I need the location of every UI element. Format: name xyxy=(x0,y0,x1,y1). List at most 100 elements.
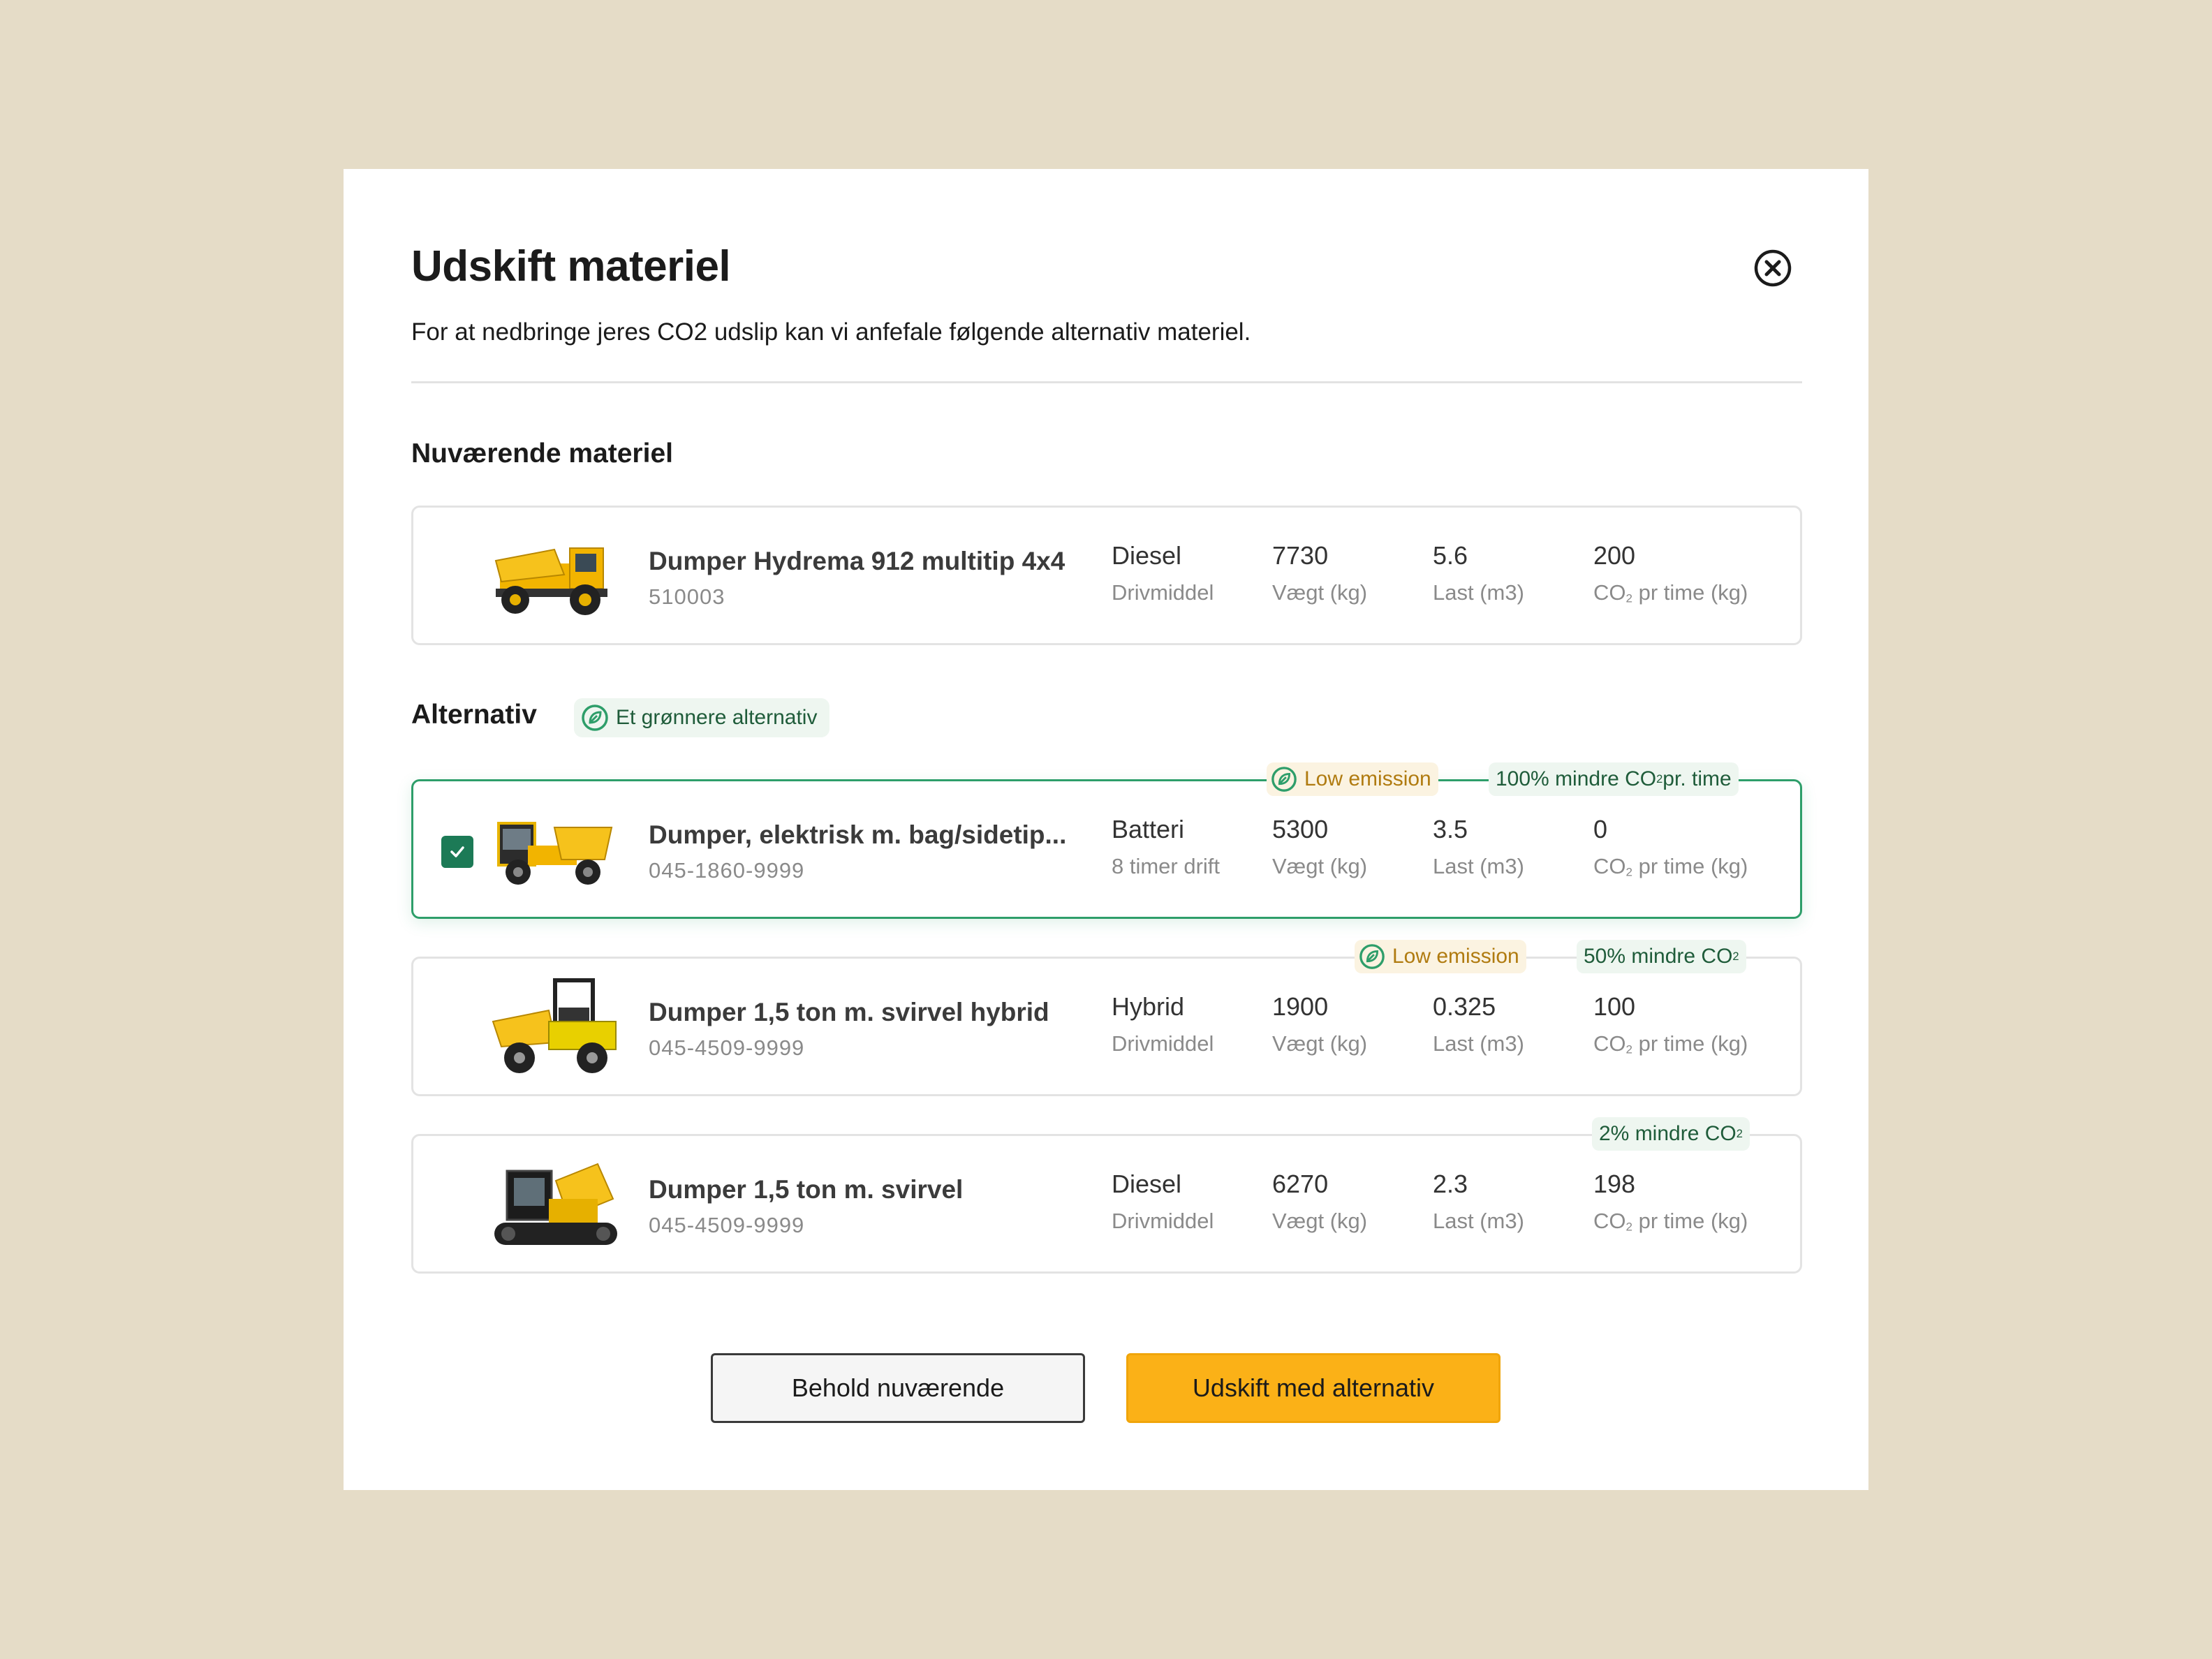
load-stat: 5.6 Last (m3) xyxy=(1433,541,1524,605)
fuel-stat: Diesel Drivmiddel xyxy=(1112,1170,1214,1234)
replace-equipment-modal: Udskift materiel For at nedbringe jeres … xyxy=(344,169,1868,1490)
equipment-image xyxy=(497,822,613,885)
fuel-stat: Batteri 8 timer drift xyxy=(1112,815,1220,879)
alternative-card[interactable]: Dumper 1,5 ton m. svirvel hybrid 045-450… xyxy=(411,940,1802,1096)
leaf-icon xyxy=(1271,767,1297,792)
weight-label: Vægt (kg) xyxy=(1272,1031,1368,1056)
equipment-image xyxy=(494,547,607,615)
low-emission-text: Low emission xyxy=(1392,945,1519,968)
load-stat: 0.325 Last (m3) xyxy=(1433,992,1524,1056)
co2-label-suffix: pr time (kg) xyxy=(1632,580,1748,605)
weight-value: 5300 xyxy=(1272,815,1329,843)
low-emission-tag: Low emission xyxy=(1355,940,1526,973)
co2-value: 198 xyxy=(1593,1170,1636,1198)
equipment-image xyxy=(494,1163,617,1245)
greener-alternative-text: Et grønnere alternativ xyxy=(616,706,818,729)
co2-reduction-subscript: 2 xyxy=(1736,1127,1743,1140)
load-label: Last (m3) xyxy=(1433,580,1524,605)
current-equipment-heading: Nuværende materiel xyxy=(411,438,673,469)
co2-subscript: 2 xyxy=(1625,1220,1632,1234)
weight-stat: 6270 Vægt (kg) xyxy=(1272,1170,1367,1234)
co2-label-prefix: CO xyxy=(1593,854,1626,878)
load-stat: 2.3 Last (m3) xyxy=(1433,1170,1524,1234)
divider xyxy=(411,381,1802,383)
weight-stat: 5300 Vægt (kg) xyxy=(1272,815,1367,879)
fuel-value: Batteri xyxy=(1112,815,1185,843)
load-label: Last (m3) xyxy=(1433,854,1524,878)
equipment-code: 045-4509-9999 xyxy=(649,1035,805,1060)
weight-stat: 7730 Vægt (kg) xyxy=(1272,541,1367,605)
tag-connector xyxy=(1462,779,1489,781)
check-icon xyxy=(450,846,464,857)
co2-reduction-prefix: 100% mindre CO xyxy=(1496,767,1657,790)
weight-label: Vægt (kg) xyxy=(1272,1209,1368,1233)
close-button[interactable] xyxy=(1753,249,1792,288)
co2-label-prefix: CO xyxy=(1593,1031,1626,1056)
fuel-stat: Diesel Drivmiddel xyxy=(1112,541,1214,605)
selected-checkbox[interactable] xyxy=(441,836,473,868)
co2-subscript: 2 xyxy=(1625,1042,1632,1056)
fuel-label: 8 timer drift xyxy=(1112,854,1221,878)
close-circle-icon xyxy=(1754,249,1792,287)
alternatives-heading: Alternativ xyxy=(411,700,537,730)
co2-reduction-tag: 100% mindre CO 2 pr. time xyxy=(1489,762,1739,796)
co2-reduction-subscript: 2 xyxy=(1732,950,1739,963)
co2-reduction-prefix: 2% mindre CO xyxy=(1599,1122,1737,1145)
co2-label: CO2 pr time (kg) xyxy=(1593,1031,1748,1056)
low-emission-text: Low emission xyxy=(1304,767,1431,790)
fuel-label: Drivmiddel xyxy=(1112,580,1214,605)
co2-label: CO2 pr time (kg) xyxy=(1593,580,1748,605)
co2-subscript: 2 xyxy=(1625,865,1632,879)
weight-value: 1900 xyxy=(1272,992,1329,1021)
co2-label-prefix: CO xyxy=(1593,1209,1626,1233)
fuel-label: Drivmiddel xyxy=(1112,1209,1214,1233)
fuel-stat: Hybrid Drivmiddel xyxy=(1112,992,1214,1056)
co2-stat: 198 CO2 pr time (kg) xyxy=(1593,1170,1748,1234)
load-value: 2.3 xyxy=(1433,1170,1468,1198)
equipment-code: 045-4509-9999 xyxy=(649,1213,805,1237)
co2-label-prefix: CO xyxy=(1593,580,1626,605)
co2-label-suffix: pr time (kg) xyxy=(1632,1031,1748,1056)
co2-value: 100 xyxy=(1593,992,1636,1021)
load-value: 0.325 xyxy=(1433,992,1496,1021)
co2-label-suffix: pr time (kg) xyxy=(1632,854,1748,878)
co2-subscript: 2 xyxy=(1625,591,1632,605)
co2-reduction-suffix: pr. time xyxy=(1662,767,1732,790)
co2-value: 200 xyxy=(1593,541,1636,570)
fuel-label: Drivmiddel xyxy=(1112,1031,1214,1056)
alternative-card[interactable]: Dumper 1,5 ton m. svirvel 045-4509-9999 … xyxy=(411,1117,1802,1274)
equipment-image xyxy=(492,978,617,1073)
load-value: 5.6 xyxy=(1433,541,1468,570)
modal-title: Udskift materiel xyxy=(411,242,731,290)
replace-with-alternative-button[interactable]: Udskift med alternativ xyxy=(1126,1353,1501,1423)
weight-label: Vægt (kg) xyxy=(1272,854,1368,878)
alternative-card-selected[interactable]: Dumper, elektrisk m. bag/sidetip... 045-… xyxy=(411,762,1802,919)
greener-alternative-badge: Et grønnere alternativ xyxy=(574,698,830,737)
low-emission-tag: Low emission xyxy=(1267,762,1438,796)
co2-label-suffix: pr time (kg) xyxy=(1632,1209,1748,1233)
load-label: Last (m3) xyxy=(1433,1031,1524,1056)
leaf-icon xyxy=(1359,944,1385,969)
co2-reduction-prefix: 50% mindre CO xyxy=(1584,945,1733,968)
weight-label: Vægt (kg) xyxy=(1272,580,1368,605)
co2-label: CO2 pr time (kg) xyxy=(1593,1209,1748,1234)
fuel-value: Diesel xyxy=(1112,1170,1182,1198)
weight-value: 6270 xyxy=(1272,1170,1329,1198)
equipment-name: Dumper 1,5 ton m. svirvel xyxy=(649,1175,964,1204)
equipment-name: Dumper 1,5 ton m. svirvel hybrid xyxy=(649,998,1049,1026)
fuel-value: Diesel xyxy=(1112,541,1182,570)
load-label: Last (m3) xyxy=(1433,1209,1524,1233)
co2-stat: 100 CO2 pr time (kg) xyxy=(1593,992,1748,1056)
modal-subtitle: For at nedbringe jeres CO2 udslip kan vi… xyxy=(411,318,1251,346)
co2-reduction-tag: 50% mindre CO 2 xyxy=(1577,940,1746,973)
current-equipment-card: Dumper Hydrema 912 multitip 4x4 510003 D… xyxy=(411,506,1802,645)
keep-current-button[interactable]: Behold nuværende xyxy=(711,1353,1085,1423)
equipment-code: 510003 xyxy=(649,584,725,609)
load-value: 3.5 xyxy=(1433,815,1468,843)
weight-stat: 1900 Vægt (kg) xyxy=(1272,992,1367,1056)
equipment-name: Dumper, elektrisk m. bag/sidetip... xyxy=(649,820,1067,849)
co2-stat: 0 CO2 pr time (kg) xyxy=(1593,815,1748,879)
leaf-icon xyxy=(582,705,608,731)
equipment-name: Dumper Hydrema 912 multitip 4x4 xyxy=(649,547,1066,575)
co2-label: CO2 pr time (kg) xyxy=(1593,854,1748,879)
